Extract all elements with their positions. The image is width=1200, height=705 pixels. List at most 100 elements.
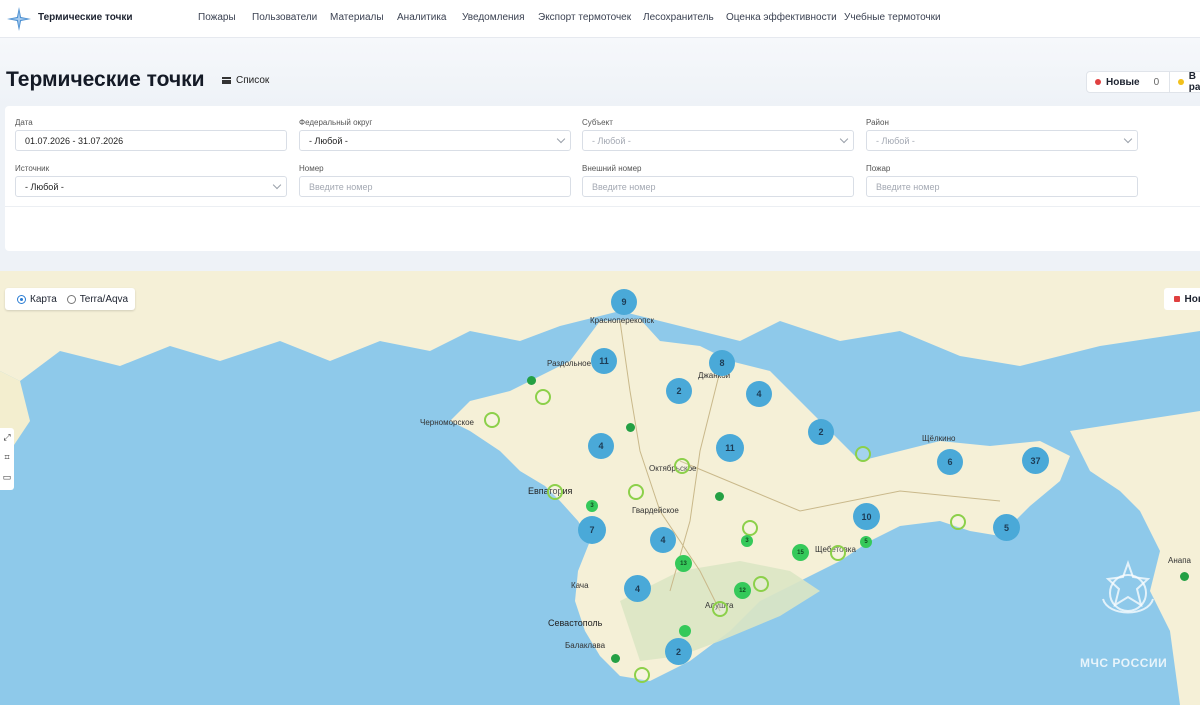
cluster-marker[interactable]: 4 [588, 433, 614, 459]
list-view-label: Список [236, 75, 270, 86]
thermal-point-ring[interactable] [634, 667, 650, 683]
external-number-label: Внешний номер [582, 164, 642, 173]
thermal-point-ring[interactable] [484, 412, 500, 428]
map-legend-new: Нов [1184, 293, 1200, 305]
federal-district-select[interactable]: - Любой - [299, 130, 571, 151]
nav-efficiency[interactable]: Оценка эффективности [726, 12, 837, 23]
list-icon [222, 77, 231, 84]
thermal-point-ring[interactable] [547, 484, 563, 500]
federal-district-value: - Любой - [309, 136, 348, 146]
thermal-point-ring[interactable] [628, 484, 644, 500]
draw-rectangle-icon[interactable]: ⌗ [2, 452, 12, 462]
thermal-point-dot[interactable]: 13 [675, 555, 692, 572]
cluster-marker[interactable]: 37 [1022, 447, 1049, 474]
place-label: Черноморское [420, 418, 474, 427]
legend-in-work[interactable]: В раб [1169, 71, 1200, 93]
cluster-marker[interactable]: 4 [746, 381, 772, 407]
legend-new[interactable]: Новые 0 [1087, 77, 1159, 88]
cluster-marker[interactable]: 8 [709, 350, 735, 376]
thermal-point-dot[interactable] [527, 376, 536, 385]
source-select[interactable]: - Любой - [15, 176, 287, 197]
mchs-watermark: МЧС РОССИИ [1080, 656, 1168, 670]
list-view-button[interactable]: Список [222, 75, 269, 86]
brand-name[interactable]: Термические точки [38, 12, 133, 23]
cluster-marker[interactable]: 5 [993, 514, 1020, 541]
map-legend[interactable]: Нов [1164, 288, 1200, 310]
place-label: Щёлкино [922, 434, 956, 443]
subject-label: Субъект [582, 118, 613, 127]
thermal-point-dot[interactable] [1180, 572, 1189, 581]
place-label: Балаклава [565, 641, 606, 650]
subject-value: - Любой - [592, 136, 631, 146]
map-layer-switcher: Карта Terra/Aqva [5, 288, 135, 310]
thermal-point-dot[interactable]: 5 [860, 536, 872, 548]
thermal-point-ring[interactable] [674, 458, 690, 474]
nav-training-points[interactable]: Учебные термоточки [844, 12, 941, 23]
federal-district-label: Федеральный округ [299, 118, 373, 127]
cluster-marker[interactable]: 9 [611, 289, 637, 315]
cluster-marker[interactable]: 7 [578, 516, 606, 544]
measure-line-icon[interactable]: ⤢ [2, 432, 12, 442]
date-range-input[interactable]: 01.07.2026 - 31.07.2026 [15, 130, 287, 151]
cluster-marker[interactable]: 11 [716, 434, 744, 462]
ruler-icon[interactable]: ▭ [2, 472, 12, 482]
thermal-point-ring[interactable] [753, 576, 769, 592]
cluster-marker[interactable]: 2 [808, 419, 834, 445]
place-label: Анапа [1168, 556, 1191, 565]
nav-forest-keeper[interactable]: Лесохранитель [643, 12, 714, 23]
thermal-point-dot[interactable] [715, 492, 724, 501]
cluster-marker[interactable]: 4 [650, 527, 676, 553]
filters-panel: Дата 01.07.2026 - 31.07.2026 Федеральный… [5, 106, 1200, 251]
thermal-point-ring[interactable] [830, 545, 846, 561]
cluster-marker[interactable]: 2 [665, 638, 692, 665]
layer-map-label[interactable]: Карта [30, 294, 57, 305]
source-value: - Любой - [25, 182, 64, 192]
place-label: Раздольное [547, 359, 592, 368]
nav-export[interactable]: Экспорт термоточек [538, 12, 631, 23]
thermal-point-dot[interactable] [679, 625, 691, 637]
nav-users[interactable]: Пользователи [252, 12, 317, 23]
subject-select[interactable]: - Любой - [582, 130, 854, 151]
chevron-down-icon [839, 134, 849, 144]
number-input[interactable]: Введите номер [299, 176, 571, 197]
page-title: Термические точки [6, 68, 205, 91]
legend-new-label: Новые [1106, 76, 1140, 88]
thermal-point-ring[interactable] [742, 520, 758, 536]
thermal-point-ring[interactable] [712, 601, 728, 617]
source-label: Источник [15, 164, 50, 173]
fire-label: Пожар [866, 164, 891, 173]
thermal-point-dot[interactable] [611, 654, 620, 663]
fire-input[interactable]: Введите номер [866, 176, 1138, 197]
nav-fires[interactable]: Пожары [198, 12, 236, 23]
cluster-marker[interactable]: 11 [591, 348, 617, 374]
thermal-point-dot[interactable] [626, 423, 635, 432]
thermal-point-ring[interactable] [855, 446, 871, 462]
place-label: Кача [571, 581, 589, 590]
nav-materials[interactable]: Материалы [330, 12, 384, 23]
region-select[interactable]: - Любой - [866, 130, 1138, 151]
layer-terra-radio[interactable] [66, 294, 76, 304]
thermal-point-ring[interactable] [535, 389, 551, 405]
nav-notifications[interactable]: Уведомления [462, 12, 525, 23]
external-number-input[interactable]: Введите номер [582, 176, 854, 197]
cluster-marker[interactable]: 4 [624, 575, 651, 602]
thermal-point-dot[interactable]: 12 [734, 582, 751, 599]
date-label: Дата [15, 118, 33, 127]
chevron-down-icon [1123, 134, 1133, 144]
cluster-marker[interactable]: 10 [853, 503, 880, 530]
map-land-svg [0, 271, 1200, 705]
region-label: Район [866, 118, 889, 127]
thermal-point-dot[interactable]: 15 [792, 544, 809, 561]
layer-terra-label[interactable]: Terra/Aqva [80, 294, 128, 305]
cluster-marker[interactable]: 2 [666, 378, 692, 404]
layer-map-radio[interactable] [17, 294, 26, 304]
nav-analytics[interactable]: Аналитика [397, 12, 447, 23]
thermal-point-dot[interactable]: 3 [741, 535, 753, 547]
map-canvas[interactable]: Красноперекопск Раздольное Джанкой Черно… [0, 271, 1200, 705]
thermal-point-ring[interactable] [950, 514, 966, 530]
thermal-point-dot[interactable]: 3 [586, 500, 598, 512]
mchs-star-logo-icon[interactable] [6, 6, 32, 32]
cluster-marker[interactable]: 6 [937, 449, 963, 475]
red-dot-icon [1095, 79, 1101, 85]
legend-in-work-label: В раб [1188, 71, 1200, 93]
